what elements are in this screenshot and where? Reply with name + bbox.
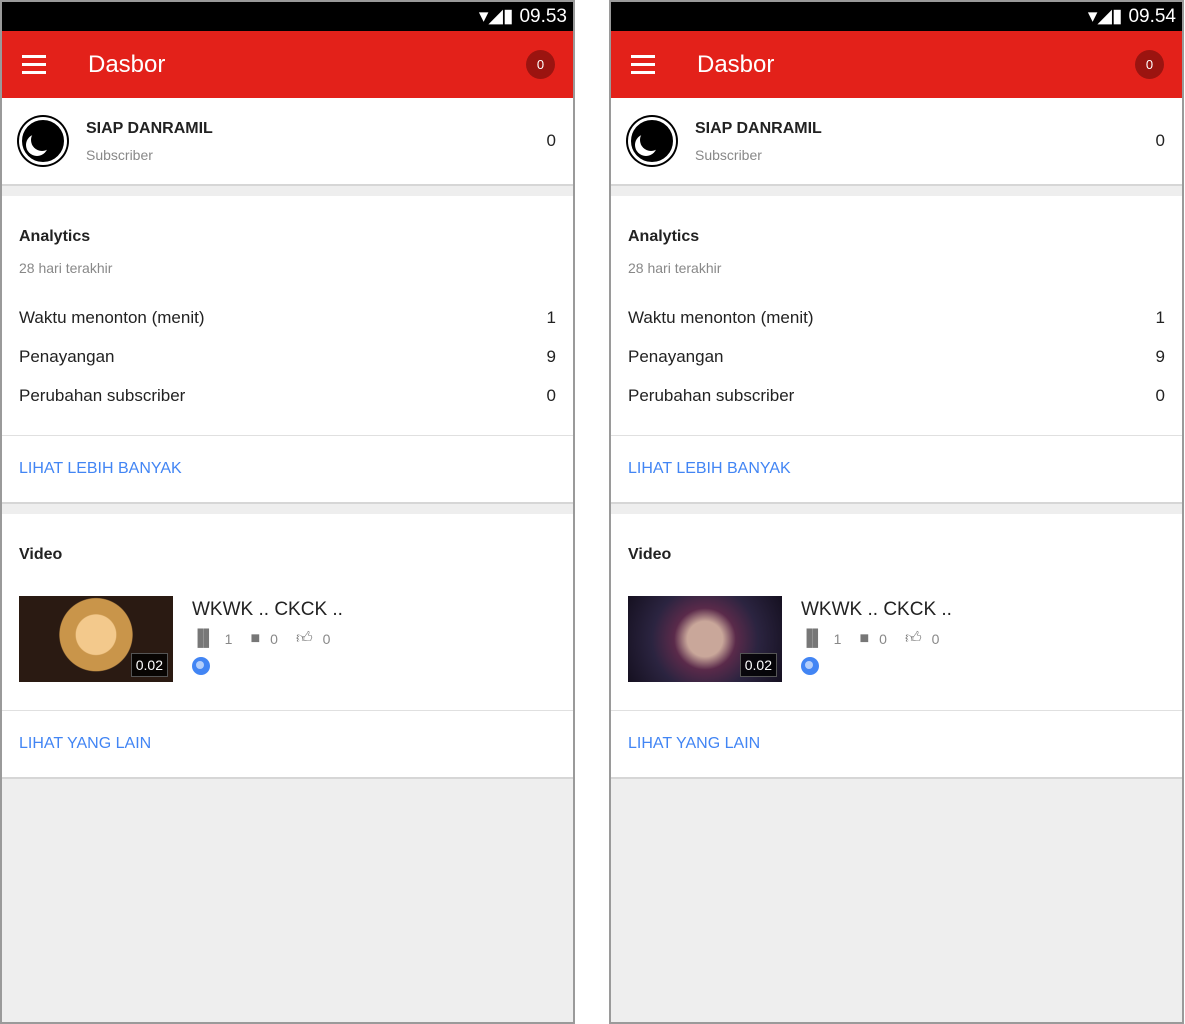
toolbar: Dasbor 0 <box>2 31 573 98</box>
phone-screen-right: ▾◢▮ 09.54 Dasbor 0 SIAP DANRAMIL Subscri… <box>609 0 1184 1024</box>
channel-card[interactable]: SIAP DANRAMIL Subscriber 0 <box>611 98 1182 186</box>
notification-badge[interactable]: 0 <box>526 50 555 79</box>
analytics-row: Perubahan subscriber 0 <box>611 376 1182 415</box>
thumbs-up-icon: 👍︎ <box>295 630 313 647</box>
wifi-signal-battery-icon: ▾◢▮ <box>1087 6 1123 27</box>
subscriber-count: 0 <box>546 131 556 150</box>
menu-icon[interactable] <box>631 55 655 74</box>
video-thumbnail[interactable]: 0.02 <box>628 596 782 682</box>
avatar <box>19 117 67 165</box>
analytics-card: Analytics 28 hari terakhir Waktu menonto… <box>611 196 1182 504</box>
status-bar: ▾◢▮ 09.53 <box>2 2 573 31</box>
public-globe-icon <box>801 657 819 675</box>
video-card: Video 0.02 WKWK .. CKCK .. ▐▌ 1 ■ 0 👍︎ 0 LI… <box>611 514 1182 779</box>
bar-chart-icon: ▐▌ <box>192 629 215 647</box>
row-value: 9 <box>546 346 556 366</box>
views-count: 1 <box>833 630 842 647</box>
video-card: Video 0.02 WKWK .. CKCK .. ▐▌ 1 ■ 0 👍︎ 0 LI… <box>2 514 573 779</box>
thumbs-up-icon: 👍︎ <box>904 630 922 647</box>
subscriber-label: Subscriber <box>86 146 153 163</box>
analytics-title: Analytics <box>628 228 700 245</box>
video-title: WKWK .. CKCK .. <box>192 599 343 620</box>
see-more-analytics-link[interactable]: LIHAT LEBIH BANYAK <box>2 436 573 502</box>
see-other-videos-link[interactable]: LIHAT YANG LAIN <box>611 711 1182 777</box>
analytics-period: 28 hari terakhir <box>19 260 113 276</box>
clock: 09.53 <box>519 5 567 27</box>
video-item[interactable]: 0.02 WKWK .. CKCK .. ▐▌ 1 ■ 0 👍︎ 0 <box>2 564 573 711</box>
subscriber-count: 0 <box>1155 131 1165 150</box>
analytics-row: Perubahan subscriber 0 <box>2 376 573 415</box>
comment-icon: ■ <box>859 629 870 647</box>
video-section-title: Video <box>19 546 63 563</box>
video-thumbnail[interactable]: 0.02 <box>19 596 173 682</box>
views-count: 1 <box>224 630 233 647</box>
see-more-analytics-link[interactable]: LIHAT LEBIH BANYAK <box>611 436 1182 502</box>
video-item[interactable]: 0.02 WKWK .. CKCK .. ▐▌ 1 ■ 0 👍︎ 0 <box>611 564 1182 711</box>
video-duration: 0.02 <box>130 653 168 677</box>
analytics-row: Penayangan 9 <box>611 337 1182 376</box>
subscriber-label: Subscriber <box>695 146 762 163</box>
row-value: 9 <box>1155 346 1165 366</box>
video-duration: 0.02 <box>739 653 777 677</box>
row-label: Perubahan subscriber <box>19 385 186 405</box>
channel-name: SIAP DANRAMIL <box>695 119 822 137</box>
notification-badge[interactable]: 0 <box>1135 50 1164 79</box>
phone-screen-left: ▾◢▮ 09.53 Dasbor 0 SIAP DANRAMIL Subscri… <box>0 0 575 1024</box>
analytics-row: Waktu menonton (menit) 1 <box>611 298 1182 337</box>
status-bar: ▾◢▮ 09.54 <box>611 2 1182 31</box>
toolbar: Dasbor 0 <box>611 31 1182 98</box>
likes-count: 0 <box>322 630 331 647</box>
row-label: Waktu menonton (menit) <box>19 307 205 327</box>
analytics-title: Analytics <box>19 228 91 245</box>
see-other-videos-link[interactable]: LIHAT YANG LAIN <box>2 711 573 777</box>
avatar <box>628 117 676 165</box>
bar-chart-icon: ▐▌ <box>801 629 824 647</box>
page-title: Dasbor <box>88 50 166 78</box>
menu-icon[interactable] <box>22 55 46 74</box>
analytics-period: 28 hari terakhir <box>628 260 722 276</box>
comments-count: 0 <box>270 630 278 647</box>
video-title: WKWK .. CKCK .. <box>801 599 952 620</box>
analytics-card: Analytics 28 hari terakhir Waktu menonto… <box>2 196 573 504</box>
row-value: 0 <box>546 385 556 405</box>
likes-count: 0 <box>931 630 940 647</box>
analytics-row: Waktu menonton (menit) 1 <box>2 298 573 337</box>
public-globe-icon <box>192 657 210 675</box>
page-title: Dasbor <box>697 50 775 78</box>
row-label: Perubahan subscriber <box>628 385 795 405</box>
row-value: 0 <box>1155 385 1165 405</box>
comments-count: 0 <box>879 630 887 647</box>
analytics-row: Penayangan 9 <box>2 337 573 376</box>
clock: 09.54 <box>1128 5 1176 27</box>
channel-card[interactable]: SIAP DANRAMIL Subscriber 0 <box>2 98 573 186</box>
wifi-signal-battery-icon: ▾◢▮ <box>478 6 514 27</box>
row-value: 1 <box>1155 307 1165 327</box>
channel-name: SIAP DANRAMIL <box>86 119 213 137</box>
row-label: Waktu menonton (menit) <box>628 307 814 327</box>
row-label: Penayangan <box>19 346 115 366</box>
comment-icon: ■ <box>250 629 261 647</box>
row-value: 1 <box>546 307 556 327</box>
row-label: Penayangan <box>628 346 724 366</box>
video-section-title: Video <box>628 546 672 563</box>
